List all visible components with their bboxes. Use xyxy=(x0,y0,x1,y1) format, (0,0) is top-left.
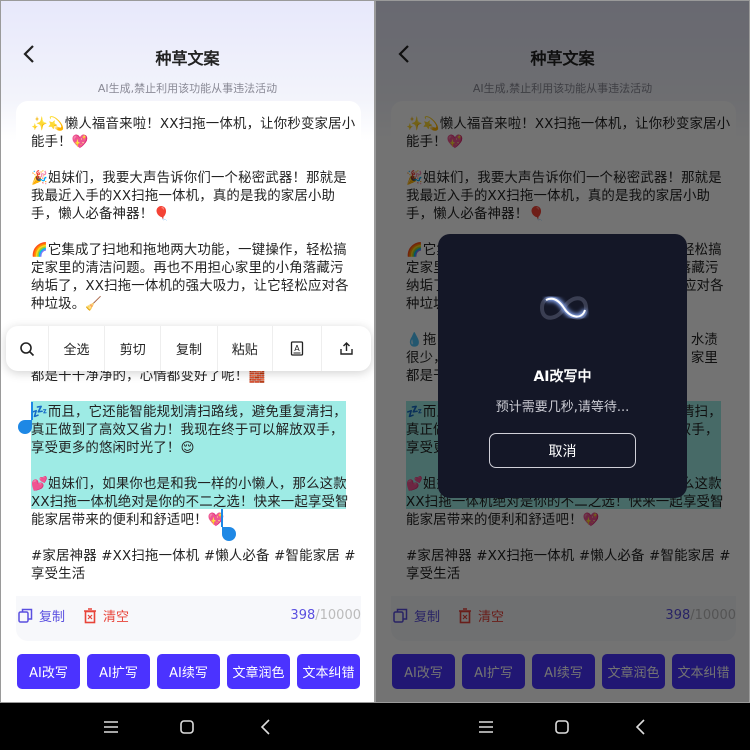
character-count: 398/10000 xyxy=(290,608,361,623)
clear-label: 清空 xyxy=(103,610,130,625)
menu-button[interactable] xyxy=(101,717,121,737)
text-line: 💤而且，它还能智能规划清扫路线，避免重复清扫， xyxy=(31,405,347,420)
share-button[interactable] xyxy=(322,326,372,371)
cancel-button[interactable]: 取消 xyxy=(489,433,636,468)
text-line: 手，懒人必备神器！🎈 xyxy=(31,207,171,222)
menu-select-all-button[interactable]: 全选 xyxy=(49,326,106,371)
selection-end-handle[interactable] xyxy=(221,509,236,541)
text-line: 享受生活 xyxy=(31,567,86,582)
text-line: 💕姐妹们，如果你也是和我一样的小懒人，那么这款 xyxy=(31,477,347,492)
card-footer: 复制 清空 398/10000 xyxy=(16,606,361,628)
page-subtitle: AI生成,禁止利用该功能从事违法活动 xyxy=(97,82,278,95)
phone-screen-right: 种草文案AI生成,禁止利用该功能从事违法活动✨💫懒人福音来啦！XX扫拖一体机，让… xyxy=(375,0,750,703)
copy-button[interactable]: 复制 xyxy=(18,606,65,625)
text-line: 能家居带来的便利和舒适吧！💖 xyxy=(31,513,225,528)
menu-icon xyxy=(104,721,118,733)
back-nav-button[interactable] xyxy=(256,717,276,737)
text-line: 种垃圾。🧹 xyxy=(31,297,103,312)
text-line: 🎉姐妹们，我要大声告诉你们一个秘密武器！那就是 xyxy=(31,171,347,186)
search-button[interactable] xyxy=(6,326,49,371)
home-button[interactable] xyxy=(177,717,197,737)
text-line: 🌈它集成了扫地和拖地两大功能，一键操作，轻松搞 xyxy=(31,243,347,258)
copy-label: 复制 xyxy=(39,610,66,625)
text-line: 定家里的清洁问题。再也不用担心家里的小角落藏污 xyxy=(31,261,344,276)
ai-expand-button[interactable]: AI扩写 xyxy=(87,654,150,689)
text-context-menu: 全选 剪切 复制 粘贴 A xyxy=(6,326,371,371)
character-count-max: /10000 xyxy=(315,608,361,623)
text-line: 纳垢了，XX扫拖一体机的强大吸力，让它轻松应对各 xyxy=(31,279,349,294)
selection-start-handle[interactable] xyxy=(18,402,33,434)
home-icon xyxy=(555,720,569,734)
text-line: ✨💫懒人福音来啦！XX扫拖一体机，让你秒变家居小 xyxy=(31,117,356,132)
menu-cut-button[interactable]: 剪切 xyxy=(105,326,162,371)
ai-rewriting-dialog: AI改写中预计需要几秒,请等待... 取消 xyxy=(438,234,687,498)
polish-button[interactable]: 文章润色 xyxy=(227,654,290,689)
menu-copy-button[interactable]: 复制 xyxy=(161,326,218,371)
text-line: 我最近入手的XX扫拖一体机，真的是我的家居小助 xyxy=(31,189,336,204)
dialog-message: 预计需要几秒,请等待... xyxy=(495,400,630,415)
text-line: 享受更多的悠闲时光了！😌 xyxy=(31,441,195,456)
back-icon xyxy=(635,719,645,735)
character-count-value: 398 xyxy=(290,608,316,623)
text-line: #家居神器 #XX扫拖一体机 #懒人必备 #智能家居 # xyxy=(31,549,356,564)
search-icon xyxy=(20,341,35,356)
ai-rewrite-button[interactable]: AI改写 xyxy=(17,654,80,689)
back-nav-button[interactable] xyxy=(631,717,651,737)
copy-icon xyxy=(18,608,33,623)
dialog-title: AI改写中 xyxy=(533,369,592,385)
menu-icon xyxy=(479,721,493,733)
text-line: 真正做到了高效又省力！我现在终于可以解放双手， xyxy=(31,423,344,438)
proofread-button[interactable]: 文本纠错 xyxy=(297,654,360,689)
menu-button[interactable] xyxy=(476,717,496,737)
back-icon xyxy=(260,719,270,735)
system-navigation-bar xyxy=(0,703,375,750)
loading-infinity-icon xyxy=(532,286,596,330)
share-icon xyxy=(340,342,353,355)
action-buttons: AI改写AI扩写AI续写文章润色文本纠错 xyxy=(17,654,361,689)
text-line: 能手！💖 xyxy=(31,135,89,150)
svg-text:A: A xyxy=(294,344,300,353)
trash-icon xyxy=(84,607,96,623)
dictionary-button[interactable]: A xyxy=(273,326,322,371)
dictionary-icon: A xyxy=(290,341,303,356)
home-icon xyxy=(180,720,194,734)
phone-screen-left: 种草文案 AI生成,禁止利用该功能从事违法活动 ✨💫懒人福音来啦！XX扫拖一体机，让… xyxy=(0,0,375,703)
menu-paste-button[interactable]: 粘贴 xyxy=(218,326,273,371)
clear-button[interactable]: 清空 xyxy=(83,606,129,625)
text-line: XX扫拖一体机绝对是你的不二之选！快来一起享受智 xyxy=(31,495,349,510)
system-navigation-bar xyxy=(375,703,750,750)
ai-continue-button[interactable]: AI续写 xyxy=(157,654,220,689)
page-title: 种草文案 xyxy=(155,49,220,68)
home-button[interactable] xyxy=(552,717,572,737)
